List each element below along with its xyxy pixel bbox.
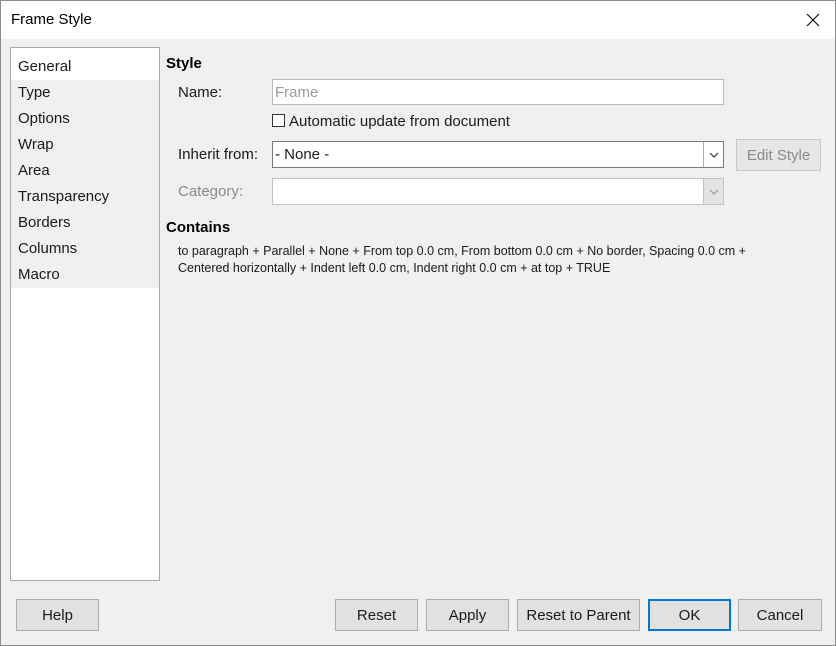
inherit-from-label: Inherit from: (178, 146, 259, 163)
window-title: Frame Style (11, 11, 92, 28)
tab-label: Borders (18, 214, 71, 231)
name-label: Name: (178, 84, 223, 101)
tab-label: Options (18, 110, 70, 127)
tab-label: Macro (18, 266, 60, 283)
name-value: Frame (275, 84, 319, 101)
tab-general[interactable]: General (11, 54, 159, 80)
reset-button[interactable]: Reset (335, 599, 418, 631)
tab-macro[interactable]: Macro (11, 262, 159, 288)
tab-columns[interactable]: Columns (11, 236, 159, 262)
chevron-down-icon (709, 189, 718, 195)
tab-type[interactable]: Type (11, 80, 159, 106)
ok-button[interactable]: OK (648, 599, 731, 631)
tab-list: General Type Options Wrap Area Transpare… (10, 47, 160, 581)
contains-line-2: Centered horizontally + Indent left 0.0 … (178, 261, 611, 275)
dropdown-arrow (703, 179, 723, 204)
category-label: Category: (178, 183, 244, 200)
tab-label: Type (18, 84, 51, 101)
contains-description: to paragraph + Parallel + None + From to… (178, 243, 818, 277)
tab-label: Columns (18, 240, 78, 257)
dropdown-arrow (703, 142, 723, 167)
auto-update-checkbox[interactable] (272, 114, 285, 127)
apply-button[interactable]: Apply (426, 599, 509, 631)
inherit-from-value: - None - (275, 146, 330, 163)
title-bar: Frame Style (1, 1, 835, 39)
tab-label: Area (18, 162, 50, 179)
tab-wrap[interactable]: Wrap (11, 132, 159, 158)
tab-label: Transparency (18, 188, 110, 205)
style-heading: Style (166, 55, 202, 72)
tab-options[interactable]: Options (11, 106, 159, 132)
chevron-down-icon (709, 152, 718, 158)
reset-to-parent-button[interactable]: Reset to Parent (517, 599, 640, 631)
contains-line-1: to paragraph + Parallel + None + From to… (178, 244, 746, 258)
edit-style-button[interactable]: Edit Style (736, 139, 821, 171)
tab-label: Wrap (18, 136, 54, 153)
tab-borders[interactable]: Borders (11, 210, 159, 236)
help-button[interactable]: Help (16, 599, 99, 631)
contains-heading: Contains (166, 219, 231, 236)
name-field[interactable]: Frame (272, 79, 724, 105)
dialog-window: Frame Style General Type Options Wrap Ar… (0, 0, 836, 646)
close-icon (806, 13, 820, 27)
close-button[interactable] (791, 1, 835, 39)
category-select[interactable] (272, 178, 724, 205)
tab-label: General (18, 58, 72, 75)
inherit-from-select[interactable]: - None - (272, 141, 724, 168)
cancel-button[interactable]: Cancel (738, 599, 822, 631)
auto-update-label: Automatic update from document (289, 113, 510, 130)
tab-area[interactable]: Area (11, 158, 159, 184)
tab-transparency[interactable]: Transparency (11, 184, 159, 210)
